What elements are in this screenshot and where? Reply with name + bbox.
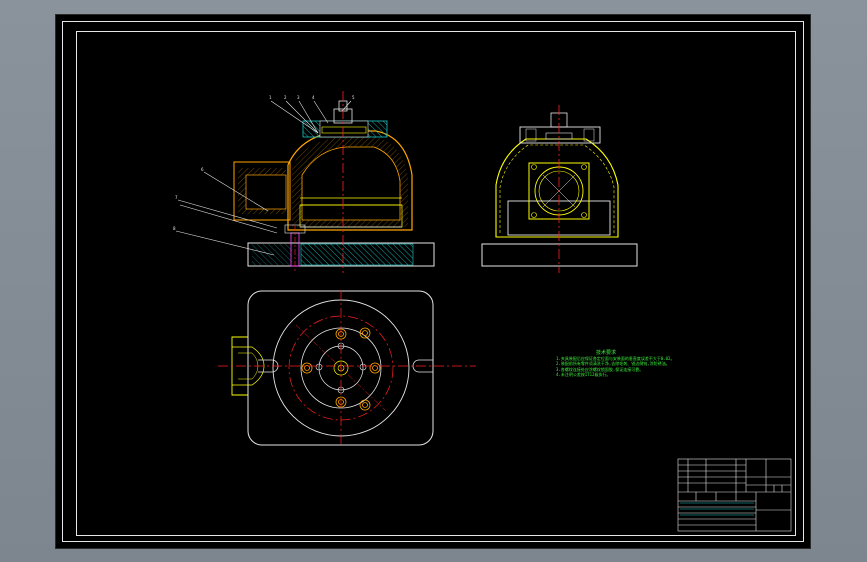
side-view	[481, 105, 638, 273]
leader-label: 4	[312, 95, 315, 100]
leader-label: 5	[352, 95, 355, 100]
technical-notes: 技术要求 1.夹具装配后应保证各定位面与安装面的垂直度误差不大于0.02。 2.…	[556, 350, 674, 377]
leader-label: 8	[173, 226, 176, 231]
technical-note-line: 2.装配前所有零件须清洗干净,去除毛刺、锐边倒钝,涂防锈油。	[556, 361, 670, 367]
drawing-viewport[interactable]: 1 2 3 4 5 6 7 8 技术要求 1.夹具装配后应保证各定位面与安装面的…	[55, 14, 811, 549]
leader-label: 3	[297, 95, 300, 100]
title-block	[677, 458, 792, 532]
leader-label: 1	[269, 95, 272, 100]
technical-note-line: 4.未注明公差按IT12级执行。	[556, 371, 611, 377]
top-view	[218, 290, 476, 447]
cad-canvas: 1 2 3 4 5 6 7 8	[173, 91, 792, 532]
leader-label: 6	[201, 167, 204, 172]
front-section-view: 1 2 3 4 5 6 7 8	[173, 91, 435, 273]
leader-label: 7	[175, 195, 178, 200]
leader-label: 2	[284, 95, 287, 100]
